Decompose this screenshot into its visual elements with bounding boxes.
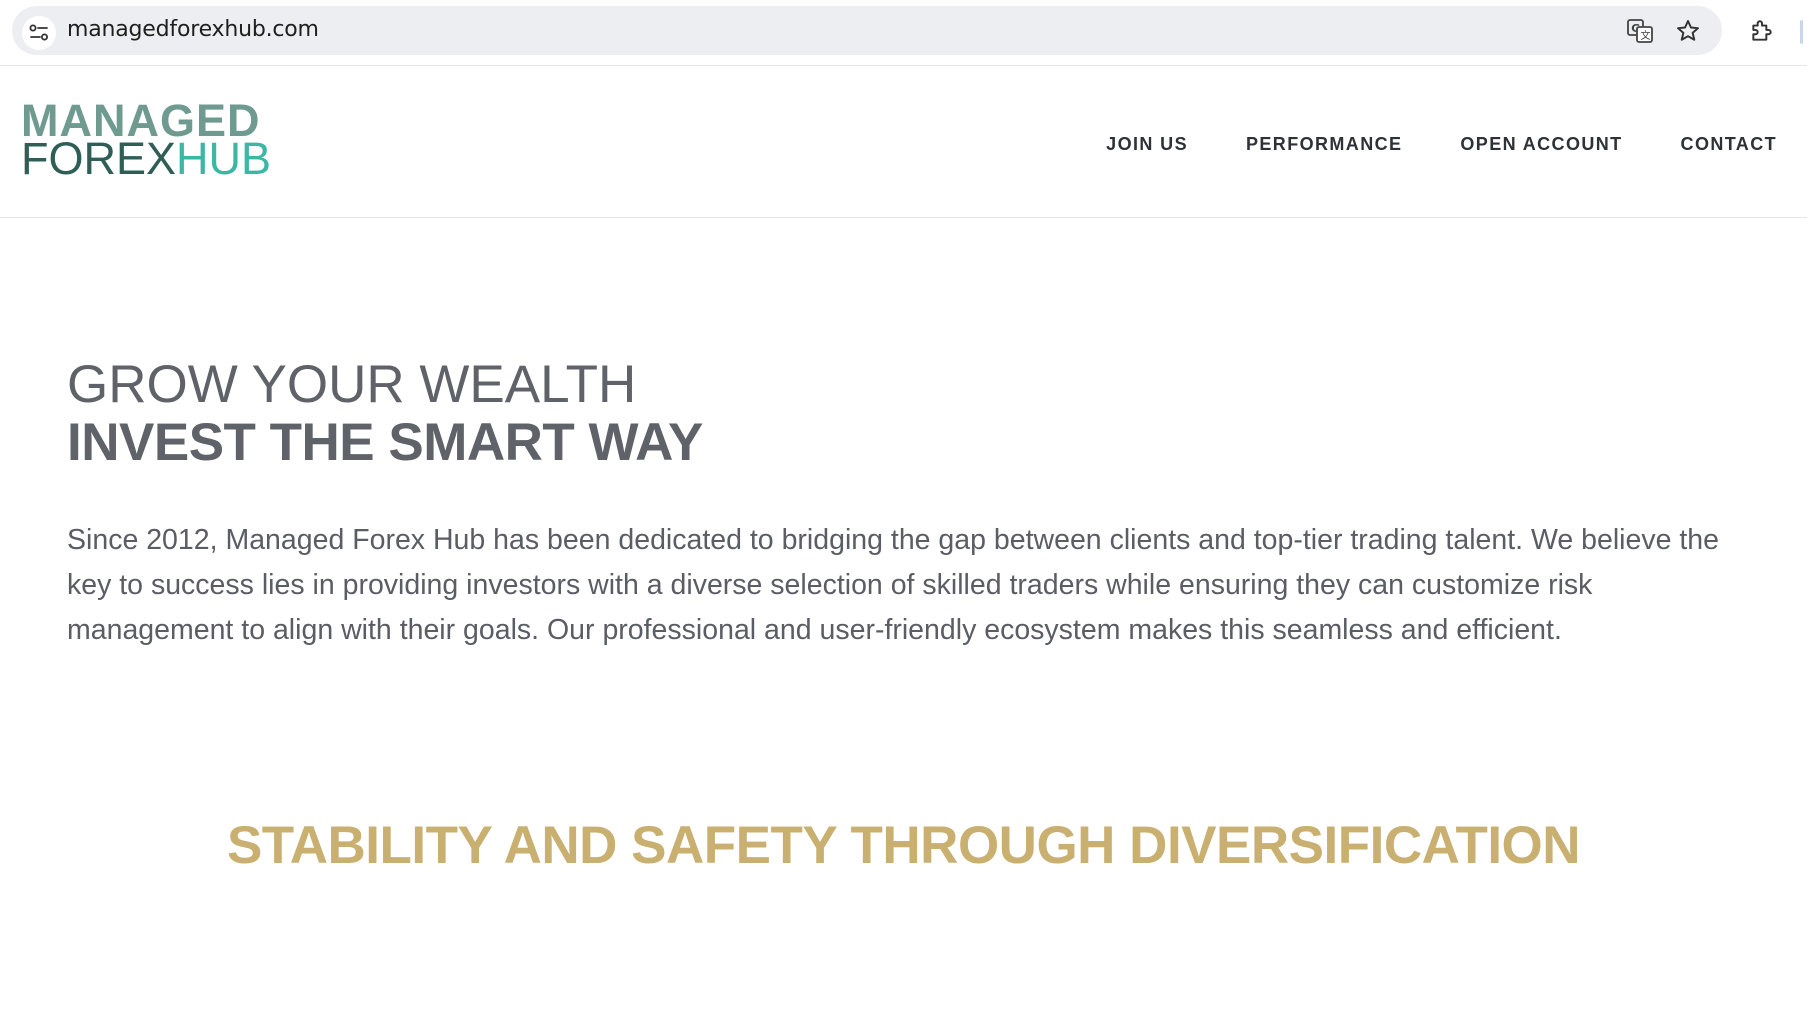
side-panel-indicator [1800,20,1803,44]
logo-forex-text: FOREX [21,133,177,184]
logo-bottom-text: FOREXHUB [21,136,271,181]
nav-contact[interactable]: CONTACT [1681,134,1777,155]
site-info-icon[interactable] [22,16,56,50]
hero-description: Since 2012, Managed Forex Hub has been d… [67,524,1719,646]
hero-title-line2: INVEST THE SMART WAY [67,413,703,472]
browser-toolbar: managedforexhub.com G 文 [0,0,1807,66]
main-nav: JOIN US PERFORMANCE OPEN ACCOUNT CONTACT [1048,134,1777,155]
logo-hub-text: HUB [176,133,272,184]
site-logo[interactable]: MANAGED FOREXHUB [21,98,271,181]
extensions-icon[interactable] [1744,14,1780,48]
nav-open-account[interactable]: OPEN ACCOUNT [1460,134,1622,155]
star-icon[interactable] [1670,14,1706,48]
svg-text:文: 文 [1641,29,1651,42]
nav-performance[interactable]: PERFORMANCE [1246,134,1402,155]
translate-icon[interactable]: G 文 [1622,14,1658,48]
url-text[interactable]: managedforexhub.com [67,17,319,42]
site-header: MANAGED FOREXHUB JOIN US PERFORMANCE OPE… [0,66,1807,218]
nav-join-us[interactable]: JOIN US [1106,134,1188,155]
section-heading: STABILITY AND SAFETY THROUGH DIVERSIFICA… [226,816,1581,875]
hero-title-line1: GROW YOUR WEALTH [67,355,637,414]
